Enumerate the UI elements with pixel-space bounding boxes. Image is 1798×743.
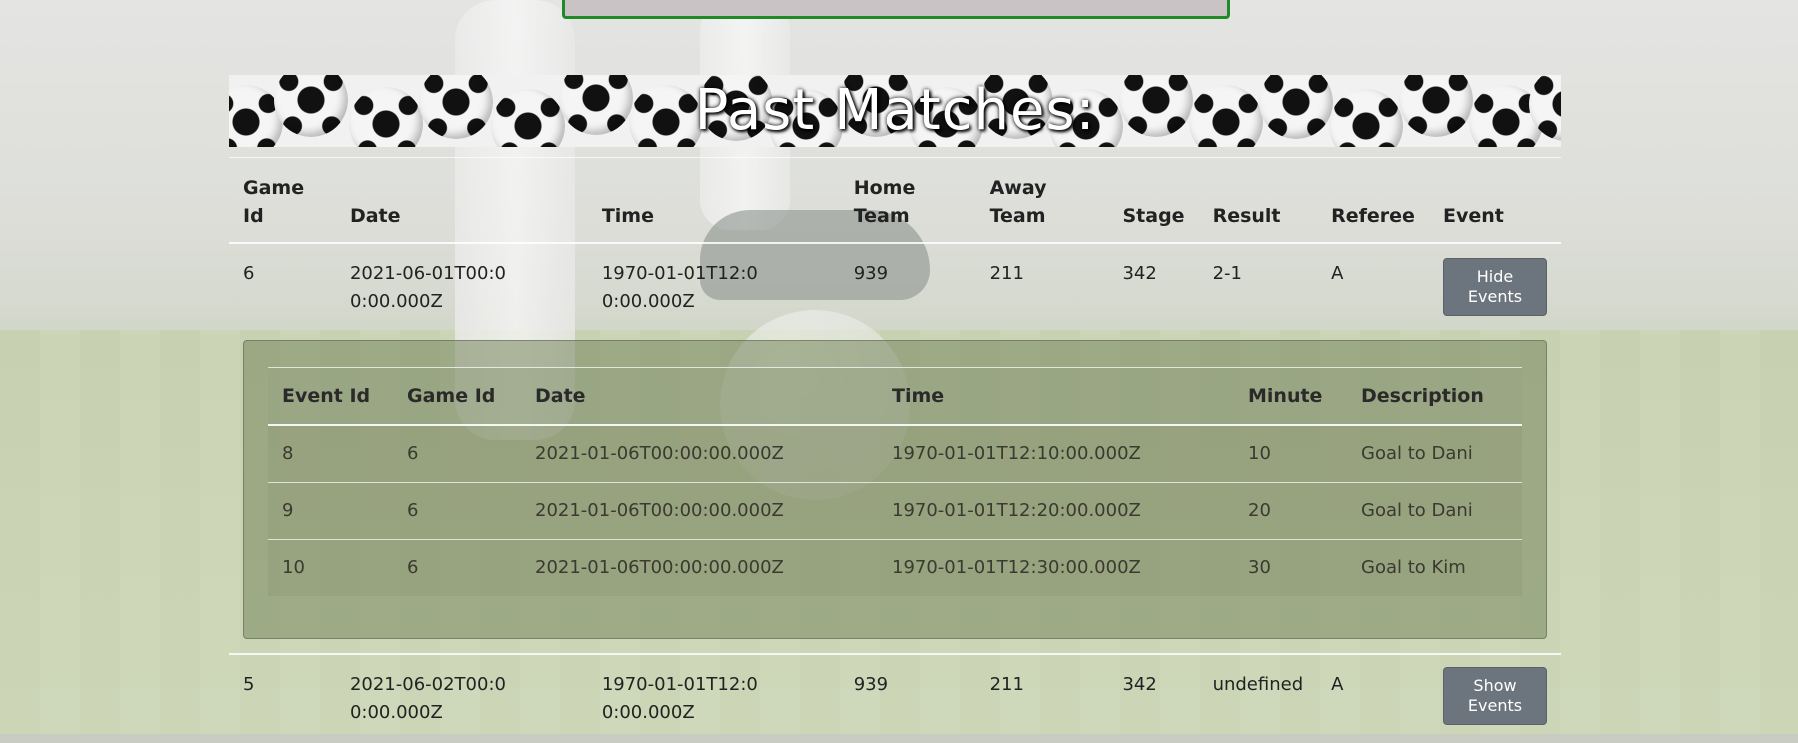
event-id: 9 xyxy=(282,500,294,521)
matches-header-row: Game Id Date Time Home Team Away Team St… xyxy=(229,158,1561,243)
header-game-id: Game Id xyxy=(243,177,305,227)
cell-time: 1970-01-01T12:00:00.000Z xyxy=(588,243,840,332)
event-game-id: 6 xyxy=(407,443,419,464)
event-row: 10 6 2021-01-06T00:00:00.000Z 1970-01-01… xyxy=(268,539,1522,596)
event-minute: 20 xyxy=(1248,500,1271,521)
cell-event: Hide Events xyxy=(1429,243,1561,332)
past-matches-section: Past Matches: Game Id Date Time Home Tea… xyxy=(229,75,1561,743)
header-time: Time xyxy=(601,205,654,227)
cell-date-text: 2021-06-02T00:00:00.000Z xyxy=(349,674,506,723)
event-date: 2021-01-06T00:00:00.000Z xyxy=(535,557,784,578)
event-game-id: 6 xyxy=(407,500,419,521)
header-date: Date xyxy=(349,205,401,227)
top-panel xyxy=(562,0,1230,19)
table-row: 6 2021-06-01T00:00:00.000Z 1970-01-01T12… xyxy=(229,243,1561,332)
cell-result: undefined xyxy=(1212,674,1304,695)
event-time: 1970-01-01T12:20:00.000Z xyxy=(892,500,1141,521)
cell-date: 2021-06-01T00:00:00.000Z xyxy=(336,243,588,332)
events-header-row: Event Id Game Id Date Time Minute Descri… xyxy=(268,367,1522,425)
header-away-team: Away Team xyxy=(989,177,1047,227)
event-row: 8 6 2021-01-06T00:00:00.000Z 1970-01-01T… xyxy=(268,425,1522,483)
cell-stage: 342 xyxy=(1122,263,1157,284)
header-event-game-id: Game Id xyxy=(393,367,521,425)
cell-date-text: 2021-06-01T00:00:00.000Z xyxy=(349,263,506,312)
header-referee: Referee xyxy=(1331,205,1415,227)
header-event: Event xyxy=(1443,205,1504,227)
cell-stage: 342 xyxy=(1122,674,1157,695)
cell-referee: A xyxy=(1331,263,1344,284)
event-minute: 10 xyxy=(1248,443,1271,464)
events-row: Event Id Game Id Date Time Minute Descri… xyxy=(229,332,1561,654)
event-description: Goal to Dani xyxy=(1361,443,1473,464)
cell-game-id: 6 xyxy=(243,263,255,284)
cell-time-text: 1970-01-01T12:00:00.000Z xyxy=(601,263,758,312)
cell-home-team: 939 xyxy=(853,674,889,695)
cell-away-team: 211 xyxy=(989,263,1024,284)
events-cell: Event Id Game Id Date Time Minute Descri… xyxy=(229,332,1561,654)
events-card: Event Id Game Id Date Time Minute Descri… xyxy=(243,340,1547,639)
header-home-team: Home Team xyxy=(853,177,916,227)
event-description: Goal to Dani xyxy=(1361,500,1473,521)
header-event-minute: Minute xyxy=(1234,367,1347,425)
header-event-description: Description xyxy=(1347,367,1522,425)
past-matches-banner: Past Matches: xyxy=(229,75,1561,147)
header-event-time: Time xyxy=(878,367,1234,425)
hide-events-button[interactable]: Hide Events xyxy=(1443,258,1547,316)
cell-date: 2021-06-02T00:00:00.000Z xyxy=(336,654,588,743)
event-id: 10 xyxy=(282,557,305,578)
cell-result: 2-1 xyxy=(1212,263,1242,284)
matches-table: Game Id Date Time Home Team Away Team St… xyxy=(229,157,1561,743)
cell-referee: A xyxy=(1331,674,1344,695)
cell-time-text: 1970-01-01T12:00:00.000Z xyxy=(601,674,758,723)
cell-home-team: 939 xyxy=(853,263,889,284)
cell-event: Show Events xyxy=(1429,654,1561,743)
event-time: 1970-01-01T12:10:00.000Z xyxy=(892,443,1141,464)
event-row: 9 6 2021-01-06T00:00:00.000Z 1970-01-01T… xyxy=(268,482,1522,540)
event-date: 2021-01-06T00:00:00.000Z xyxy=(535,443,784,464)
header-stage: Stage xyxy=(1122,205,1185,227)
cell-away-team: 211 xyxy=(989,674,1024,695)
events-table: Event Id Game Id Date Time Minute Descri… xyxy=(268,367,1522,596)
event-minute: 30 xyxy=(1248,557,1271,578)
event-time: 1970-01-01T12:30:00.000Z xyxy=(892,557,1141,578)
header-result: Result xyxy=(1212,205,1281,227)
header-event-id: Event Id xyxy=(268,367,393,425)
cell-game-id: 5 xyxy=(243,674,255,695)
event-date: 2021-01-06T00:00:00.000Z xyxy=(535,500,784,521)
page-title: Past Matches: xyxy=(694,78,1096,143)
event-game-id: 6 xyxy=(407,557,419,578)
show-events-button[interactable]: Show Events xyxy=(1443,667,1547,725)
cell-time: 1970-01-01T12:00:00.000Z xyxy=(588,654,840,743)
event-description: Goal to Kim xyxy=(1361,557,1466,578)
table-row: 5 2021-06-02T00:00:00.000Z 1970-01-01T12… xyxy=(229,654,1561,743)
event-id: 8 xyxy=(282,443,294,464)
header-event-date: Date xyxy=(521,367,878,425)
